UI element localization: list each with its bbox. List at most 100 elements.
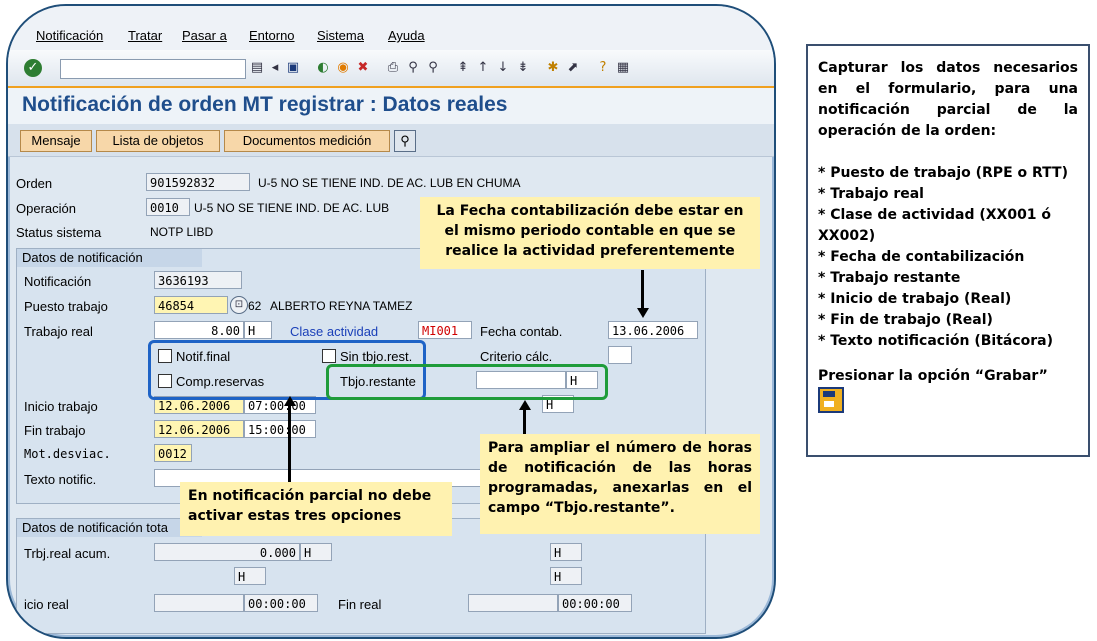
orden-field[interactable]: 901592832	[146, 173, 250, 191]
cancel-icon[interactable]: ✖	[354, 59, 372, 77]
grabar-instruction: Presionar la opción “Grabar”	[818, 368, 1048, 384]
total-unit-right[interactable]: H	[550, 543, 582, 561]
fecha-contab-label: Fecha contab.	[480, 324, 563, 339]
find-icon[interactable]: ⚲	[404, 59, 422, 77]
layout-icon[interactable]: ▦	[614, 59, 632, 77]
trabajo-real-label: Trabajo real	[24, 324, 93, 339]
fecha-note: La Fecha contabilización debe estar en e…	[420, 197, 760, 269]
instruction-item: * Trabajo real	[818, 186, 924, 202]
fin-trabajo-time[interactable]: 15:00:00	[244, 420, 316, 438]
ampliar-arrow	[523, 410, 526, 434]
trabajo-real-field[interactable]: 8.00	[154, 321, 244, 339]
ampliar-arrow-head	[519, 400, 531, 410]
command-field[interactable]	[60, 59, 246, 79]
inicio-real-time[interactable]: 00:00:00	[244, 594, 318, 612]
total-unit-mid[interactable]: H	[234, 567, 266, 585]
puesto-field[interactable]: 46854	[154, 296, 228, 314]
print-icon[interactable]: ⎙	[384, 59, 402, 77]
puesto-code: 62	[248, 299, 262, 313]
enter-check-icon[interactable]: ✓	[24, 59, 42, 77]
operacion-description: U-5 NO SE TIENE IND. DE AC. LUB	[194, 201, 390, 215]
clase-actividad-label: Clase actividad	[290, 324, 379, 339]
standard-toolbar: ✓ ▤ ◂ ▣ ◐ ◉ ✖ ⎙ ⚲ ⚲ ⇞ ↑ ↓ ⇟ ✱ ⬈ ? ▦	[8, 50, 774, 88]
notificacion-field[interactable]: 3636193	[154, 271, 242, 289]
sap-window: Notificación Tratar Pasar a Entorno Sist…	[6, 4, 776, 639]
criterio-label: Criterio cálc.	[480, 349, 553, 364]
fin-trabajo-date[interactable]: 12.06.2006	[154, 420, 244, 438]
menu-notificacion[interactable]: Notificación	[36, 28, 103, 43]
instructions-intro: Capturar los datos necesarios en el form…	[818, 60, 1078, 139]
notificacion-label: Notificación	[24, 274, 92, 289]
status-label: Status sistema	[16, 225, 102, 240]
value-help-icon[interactable]: ⊡	[230, 296, 248, 314]
operacion-label: Operación	[16, 201, 76, 216]
orden-label: Orden	[16, 176, 53, 191]
instruction-item: * Inicio de trabajo (Real)	[818, 291, 1012, 307]
fin-real-label: Fin real	[338, 597, 382, 612]
instruction-item: * Fin de trabajo (Real)	[818, 312, 993, 328]
texto-notific-label: Texto notific.	[24, 472, 97, 487]
documentos-medicion-button[interactable]: Documentos medición	[224, 130, 390, 152]
shortcut-icon[interactable]: ⬈	[564, 59, 582, 77]
puesto-label: Puesto trabajo	[24, 299, 108, 314]
menu-pasar-a[interactable]: Pasar a	[182, 28, 227, 43]
parcial-note: En notificación parcial no debe activar …	[180, 482, 452, 536]
trbj-acum-field[interactable]: 0.000	[154, 543, 300, 561]
operacion-field[interactable]: 0010	[146, 198, 190, 216]
first-page-icon[interactable]: ⇞	[454, 59, 472, 77]
inicio-real-label: icio real	[24, 597, 69, 612]
parcial-arrow	[288, 406, 291, 482]
lista-objetos-button[interactable]: Lista de objetos	[96, 130, 220, 152]
total-unit-right-2[interactable]: H	[550, 567, 582, 585]
mot-desviac-label: Mot.desviac.	[24, 447, 111, 461]
trbj-acum-unit[interactable]: H	[300, 543, 332, 561]
mensaje-button[interactable]: Mensaje	[20, 130, 92, 152]
ampliar-note: Para ampliar el número de horas de notif…	[480, 434, 760, 534]
fin-real-date[interactable]	[468, 594, 558, 612]
fin-trabajo-label: Fin trabajo	[24, 423, 86, 438]
menu-tratar[interactable]: Tratar	[128, 28, 162, 43]
title-bar: Notificación de orden MT registrar : Dat…	[8, 88, 774, 124]
instruction-item: * Trabajo restante	[818, 270, 961, 286]
puesto-name: ALBERTO REYNA TAMEZ	[270, 299, 413, 313]
last-page-icon[interactable]: ⇟	[514, 59, 532, 77]
status-value: NOTP LIBD	[150, 225, 214, 239]
criterio-field[interactable]	[608, 346, 632, 364]
search-icon[interactable]: ⚲	[394, 130, 416, 152]
menu-sistema[interactable]: Sistema	[317, 28, 364, 43]
next-page-icon[interactable]: ↓	[494, 59, 512, 77]
tbjo-restante-highlight-box	[326, 364, 608, 400]
page-title: Notificación de orden MT registrar : Dat…	[22, 93, 508, 116]
fin-real-time[interactable]: 00:00:00	[558, 594, 632, 612]
save-icon[interactable]: ▣	[284, 59, 302, 77]
save-icon	[818, 387, 844, 413]
datos-totales-title: Datos de notificación tota	[17, 519, 202, 537]
orden-description: U-5 NO SE TIENE IND. DE AC. LUB EN CHUMA	[258, 176, 521, 190]
instruction-item: * Fecha de contabilización	[818, 249, 1025, 265]
history-icon[interactable]: ▤	[248, 59, 266, 77]
find-next-icon[interactable]: ⚲	[424, 59, 442, 77]
prev-page-icon[interactable]: ↑	[474, 59, 492, 77]
instructions-panel: Capturar los datos necesarios en el form…	[806, 44, 1090, 457]
exit-icon[interactable]: ◉	[334, 59, 352, 77]
application-toolbar: Mensaje Lista de objetos Documentos medi…	[8, 124, 774, 157]
mot-desviac-field[interactable]: 0012	[154, 444, 192, 462]
fecha-arrow	[641, 270, 644, 310]
instruction-item: * Puesto de trabajo (RPE o RTT)	[818, 165, 1068, 181]
menu-ayuda[interactable]: Ayuda	[388, 28, 425, 43]
clase-actividad-field[interactable]: MI001	[418, 321, 472, 339]
back-icon[interactable]: ◐	[314, 59, 332, 77]
grabar-row: Presionar la opción “Grabar”	[818, 366, 1078, 413]
help-icon[interactable]: ?	[594, 59, 612, 77]
menu-bar: Notificación Tratar Pasar a Entorno Sist…	[8, 6, 774, 50]
datos-notificacion-title: Datos de notificación	[17, 249, 202, 267]
instruction-item: * Clase de actividad (XX001 ó XX002)	[818, 207, 1052, 244]
menu-entorno[interactable]: Entorno	[249, 28, 295, 43]
inicio-real-date[interactable]	[154, 594, 244, 612]
trabajo-real-unit[interactable]: H	[244, 321, 272, 339]
parcial-arrow-head	[284, 396, 296, 406]
back-small-icon[interactable]: ◂	[266, 59, 284, 77]
instruction-item: * Texto notificación (Bitácora)	[818, 333, 1054, 349]
new-session-icon[interactable]: ✱	[544, 59, 562, 77]
fecha-contab-field[interactable]: 13.06.2006	[608, 321, 698, 339]
